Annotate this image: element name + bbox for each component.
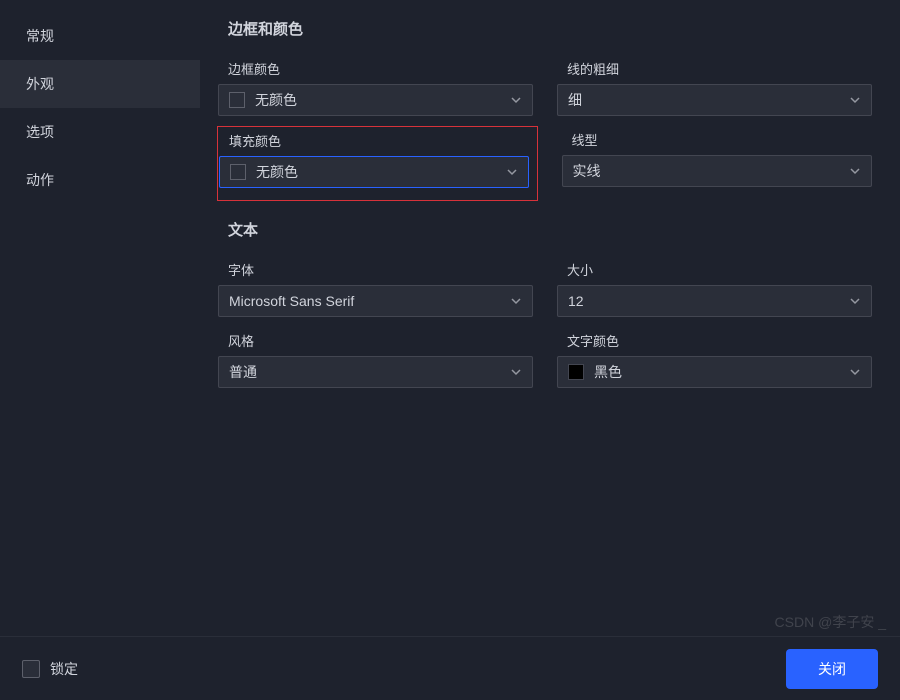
select-value: 普通 — [229, 362, 257, 382]
select-border-color[interactable]: 无颜色 — [218, 84, 533, 116]
settings-content: 边框和颜色 边框颜色 无颜色 线的粗细 细 — [200, 0, 900, 636]
label-line-weight: 线的粗细 — [557, 59, 872, 78]
select-size[interactable]: 12 — [557, 285, 872, 317]
select-value: Microsoft Sans Serif — [229, 293, 354, 309]
swatch-black-icon — [568, 364, 584, 380]
select-text-color[interactable]: 黑色 — [557, 356, 872, 388]
sidebar-item-actions[interactable]: 动作 — [0, 156, 200, 204]
highlighted-fill-color-box: 填充颜色 无颜色 — [217, 126, 538, 201]
chevron-down-icon — [506, 166, 518, 178]
chevron-down-icon — [849, 94, 861, 106]
select-value: 12 — [568, 293, 584, 309]
select-fill-color[interactable]: 无颜色 — [219, 156, 529, 188]
label-size: 大小 — [557, 260, 872, 279]
select-value: 细 — [568, 90, 582, 110]
chevron-down-icon — [510, 295, 522, 307]
chevron-down-icon — [510, 94, 522, 106]
chevron-down-icon — [849, 366, 861, 378]
label-border-color: 边框颜色 — [218, 59, 533, 78]
dialog-footer: 锁定 关闭 — [0, 636, 900, 700]
section-title-border: 边框和颜色 — [218, 18, 872, 39]
sidebar-item-general[interactable]: 常规 — [0, 12, 200, 60]
label-fill-color: 填充颜色 — [219, 127, 529, 150]
label-style: 风格 — [218, 331, 533, 350]
select-value: 黑色 — [594, 362, 622, 382]
label-font: 字体 — [218, 260, 533, 279]
select-value: 实线 — [573, 161, 601, 181]
select-value: 无颜色 — [256, 162, 298, 182]
close-button[interactable]: 关闭 — [786, 649, 878, 689]
chevron-down-icon — [510, 366, 522, 378]
sidebar-item-options[interactable]: 选项 — [0, 108, 200, 156]
select-line-weight[interactable]: 细 — [557, 84, 872, 116]
select-line-type[interactable]: 实线 — [562, 155, 873, 187]
checkbox-icon — [22, 660, 40, 678]
chevron-down-icon — [849, 165, 861, 177]
sidebar-item-appearance[interactable]: 外观 — [0, 60, 200, 108]
settings-sidebar: 常规 外观 选项 动作 — [0, 0, 200, 636]
lock-label: 锁定 — [50, 659, 78, 679]
select-font[interactable]: Microsoft Sans Serif — [218, 285, 533, 317]
section-title-text: 文本 — [218, 219, 872, 240]
label-line-type: 线型 — [562, 130, 873, 149]
swatch-none-icon — [230, 164, 246, 180]
select-value: 无颜色 — [255, 90, 297, 110]
select-style[interactable]: 普通 — [218, 356, 533, 388]
swatch-none-icon — [229, 92, 245, 108]
chevron-down-icon — [849, 295, 861, 307]
label-text-color: 文字颜色 — [557, 331, 872, 350]
lock-checkbox[interactable]: 锁定 — [22, 659, 78, 679]
